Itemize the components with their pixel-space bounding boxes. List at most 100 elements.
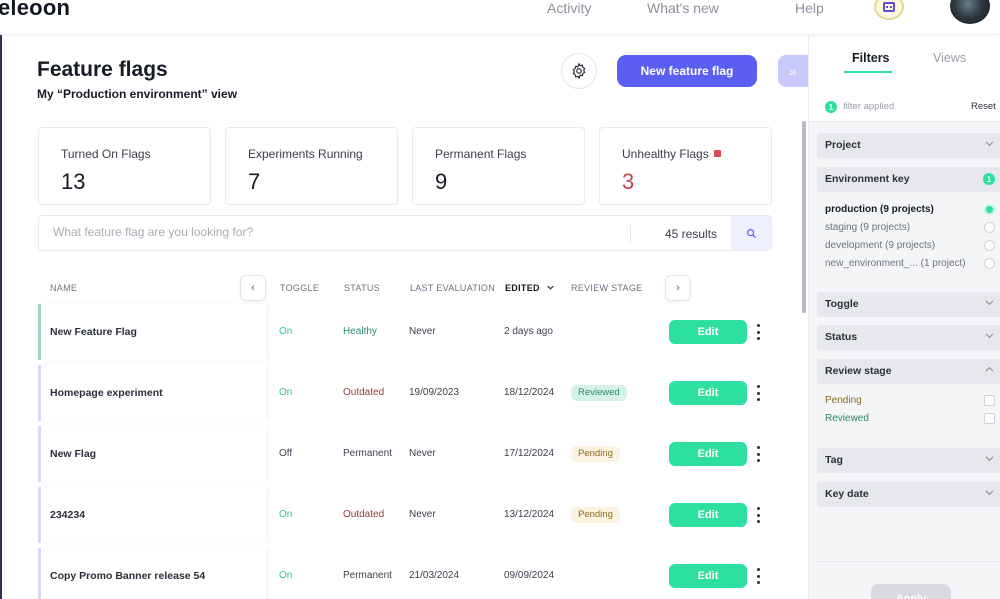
more-options-icon[interactable]	[753, 322, 763, 342]
stat-value: 3	[622, 169, 635, 194]
env-option-new-environment[interactable]: new_environment_... (1 project)	[825, 258, 966, 269]
review-option-reviewed[interactable]: Reviewed	[825, 413, 869, 424]
tab-filters[interactable]: Filters	[852, 51, 890, 65]
edit-button[interactable]: Edit	[669, 503, 747, 527]
flag-status: Permanent	[343, 448, 392, 459]
env-key-count-badge: 1	[983, 173, 995, 185]
flag-toggle[interactable]: On	[279, 509, 292, 520]
search-input[interactable]	[53, 225, 613, 239]
table-row[interactable]: New Flag Off Permanent Never 17/12/2024 …	[38, 426, 773, 482]
review-stage-badge: Pending	[571, 507, 620, 523]
review-option-pending[interactable]: Pending	[825, 395, 862, 406]
reset-link[interactable]: Reset	[971, 101, 996, 112]
brand-logo[interactable]: eleoon	[0, 0, 70, 21]
flag-name[interactable]: Copy Promo Banner release 54	[50, 570, 205, 582]
section-label: Project	[825, 139, 861, 151]
section-tag[interactable]: Tag	[817, 448, 1000, 473]
applied-count-badge: 1	[825, 101, 837, 113]
chevron-left-icon: ‹	[251, 282, 255, 294]
flag-name[interactable]: New Feature Flag	[50, 326, 137, 338]
section-project[interactable]: Project	[817, 133, 1000, 158]
assistant-button[interactable]	[874, 0, 904, 20]
applied-text: filter applied	[843, 101, 895, 112]
scroll-left-button[interactable]: ‹	[240, 275, 266, 301]
section-toggle[interactable]: Toggle	[817, 292, 1000, 317]
section-review-stage[interactable]: Review stage	[817, 359, 1000, 384]
flag-toggle[interactable]: On	[279, 326, 292, 337]
flag-edited: 18/12/2024	[504, 387, 555, 398]
chevron-right-icon: ›	[676, 282, 680, 294]
review-checkbox-reviewed[interactable]	[984, 413, 995, 424]
panel-divider	[817, 561, 1000, 562]
section-status[interactable]: Status	[817, 325, 1000, 350]
flag-status: Healthy	[343, 326, 377, 337]
more-options-icon[interactable]	[753, 444, 763, 464]
settings-button[interactable]	[561, 53, 597, 89]
column-header-name[interactable]: NAME	[50, 283, 77, 293]
flag-name[interactable]: Homepage experiment	[50, 387, 163, 399]
table-row[interactable]: New Feature Flag On Healthy Never 2 days…	[38, 304, 773, 360]
table-row[interactable]: Homepage experiment On Outdated 19/09/20…	[38, 365, 773, 421]
edit-button[interactable]: Edit	[669, 320, 747, 344]
flag-toggle[interactable]: On	[279, 387, 292, 398]
scroll-right-button[interactable]: ›	[665, 275, 691, 301]
more-options-icon[interactable]	[753, 566, 763, 586]
apply-button[interactable]: Apply	[871, 584, 951, 599]
edit-button[interactable]: Edit	[669, 381, 747, 405]
stat-value: 9	[435, 169, 448, 194]
nav-whats-new[interactable]: What's new	[647, 0, 719, 16]
edit-button[interactable]: Edit	[669, 564, 747, 588]
flag-edited: 17/12/2024	[504, 448, 555, 459]
page-subtitle: My “Production environment” view	[37, 87, 238, 101]
flag-toggle[interactable]: On	[279, 570, 292, 581]
table-row[interactable]: 234234 On Outdated Never 13/12/2024 Pend…	[38, 487, 773, 543]
search-button[interactable]	[731, 216, 771, 250]
stat-label: Turned On Flags	[61, 147, 151, 161]
nav-activity[interactable]: Activity	[547, 0, 591, 16]
flag-last-evaluation: 21/03/2024	[409, 570, 460, 581]
section-label: Status	[825, 331, 858, 343]
robot-icon	[883, 2, 895, 12]
column-header-review-stage[interactable]: REVIEW STAGE	[571, 283, 642, 293]
review-stage-badge: Pending	[571, 446, 620, 462]
filters-applied-row: 1 filter applied Reset	[809, 87, 1000, 122]
user-avatar[interactable]	[950, 0, 990, 24]
flag-name[interactable]: 234234	[50, 509, 85, 521]
nav-help[interactable]: Help	[795, 0, 824, 16]
edit-button[interactable]: Edit	[669, 442, 747, 466]
double-chevron-right-icon: »	[789, 63, 797, 79]
stat-value: 7	[248, 169, 261, 194]
column-header-toggle[interactable]: TOGGLE	[280, 283, 319, 293]
review-stage-badge: Reviewed	[571, 385, 627, 401]
env-radio-new-environment[interactable]	[984, 258, 995, 269]
env-radio-production[interactable]	[984, 204, 995, 215]
stat-label: Unhealthy Flags	[622, 147, 709, 161]
flag-status: Permanent	[343, 570, 392, 581]
env-radio-development[interactable]	[984, 240, 995, 251]
chevron-up-icon	[985, 366, 994, 372]
main-scrollbar[interactable]	[802, 121, 806, 313]
more-options-icon[interactable]	[753, 383, 763, 403]
row-indicator	[38, 365, 41, 421]
review-checkbox-pending[interactable]	[984, 395, 995, 406]
new-feature-flag-button[interactable]: New feature flag	[617, 55, 757, 87]
env-option-production[interactable]: production (9 projects)	[825, 204, 934, 215]
flag-name[interactable]: New Flag	[50, 448, 96, 460]
section-key-date[interactable]: Key date	[817, 482, 1000, 507]
collapse-panel-button[interactable]: »	[778, 55, 808, 87]
env-option-staging[interactable]: staging (9 projects)	[825, 222, 910, 233]
stat-card-unhealthy: Unhealthy Flags 3	[599, 127, 772, 205]
env-radio-staging[interactable]	[984, 222, 995, 233]
column-header-edited[interactable]: EDITED	[505, 283, 555, 293]
tab-views[interactable]: Views	[933, 51, 966, 65]
flag-last-evaluation: Never	[409, 448, 436, 459]
column-header-status[interactable]: STATUS	[344, 283, 380, 293]
env-option-development[interactable]: development (9 projects)	[825, 240, 935, 251]
more-options-icon[interactable]	[753, 505, 763, 525]
chevron-down-icon	[985, 141, 994, 147]
column-header-last-evaluation[interactable]: LAST EVALUATION	[410, 283, 495, 293]
table-row[interactable]: Copy Promo Banner release 54 On Permanen…	[38, 548, 773, 599]
section-environment-key[interactable]: Environment key 1	[817, 167, 1000, 192]
left-edge-divider	[0, 35, 2, 599]
flag-toggle[interactable]: Off	[279, 448, 292, 459]
